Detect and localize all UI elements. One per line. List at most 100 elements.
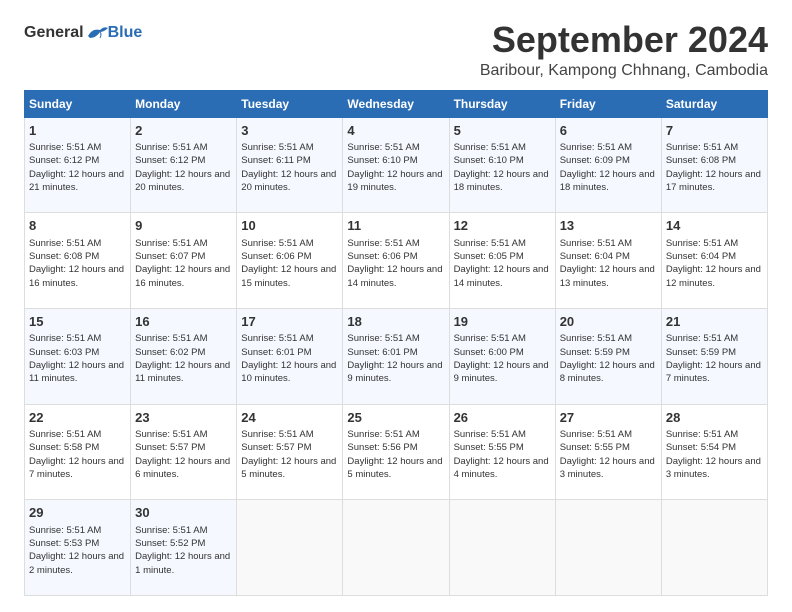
- day-number: 15: [29, 313, 126, 331]
- table-row: 29Sunrise: 5:51 AM Sunset: 5:53 PM Dayli…: [25, 500, 131, 596]
- table-row: 16Sunrise: 5:51 AM Sunset: 6:02 PM Dayli…: [131, 308, 237, 404]
- table-row: 12 Sunrise: 5:51 AM Sunset: 6:05 PM Dayli…: [449, 213, 555, 309]
- day-number: 3: [241, 122, 338, 140]
- table-row: 26Sunrise: 5:51 AM Sunset: 5:55 PM Dayli…: [449, 404, 555, 500]
- day-info: Sunrise: 5:51 AM Sunset: 6:08 PM Dayligh…: [29, 237, 126, 290]
- day-number: 16: [135, 313, 232, 331]
- day-number: 10: [241, 217, 338, 235]
- header: General Blue September 2024 Baribour, Ka…: [24, 20, 768, 80]
- logo-general-text: General: [24, 24, 84, 42]
- day-info: Sunrise: 5:51 AM Sunset: 6:10 PM Dayligh…: [454, 141, 551, 194]
- day-number: 27: [560, 409, 657, 427]
- day-info: Sunrise: 5:51 AM Sunset: 5:59 PM Dayligh…: [560, 332, 657, 385]
- day-info: Sunrise: 5:51 AM Sunset: 6:12 PM Dayligh…: [135, 141, 232, 194]
- table-row: 9Sunrise: 5:51 AM Sunset: 6:07 PM Daylig…: [131, 213, 237, 309]
- day-number: 22: [29, 409, 126, 427]
- calendar-week-row: 29Sunrise: 5:51 AM Sunset: 5:53 PM Dayli…: [25, 500, 768, 596]
- table-row: 27Sunrise: 5:51 AM Sunset: 5:55 PM Dayli…: [555, 404, 661, 500]
- day-number: 11: [347, 217, 444, 235]
- table-row: 1Sunrise: 5:51 AM Sunset: 6:12 PM Daylig…: [25, 117, 131, 213]
- day-info: Sunrise: 5:51 AM Sunset: 5:59 PM Dayligh…: [666, 332, 763, 385]
- col-tuesday: Tuesday: [237, 90, 343, 117]
- table-row: 22Sunrise: 5:51 AM Sunset: 5:58 PM Dayli…: [25, 404, 131, 500]
- day-info: Sunrise: 5:51 AM Sunset: 6:04 PM Dayligh…: [666, 237, 763, 290]
- table-row: 11 Sunrise: 5:51 AM Sunset: 6:06 PM Dayli…: [343, 213, 449, 309]
- day-info: Sunrise: 5:51 AM Sunset: 6:01 PM Dayligh…: [241, 332, 338, 385]
- calendar-week-row: 22Sunrise: 5:51 AM Sunset: 5:58 PM Dayli…: [25, 404, 768, 500]
- table-row: 30 Sunrise: 5:51 AM Sunset: 5:52 PM Dayli…: [131, 500, 237, 596]
- day-info: Sunrise: 5:51 AM Sunset: 6:02 PM Dayligh…: [135, 332, 232, 385]
- day-number: 26: [454, 409, 551, 427]
- day-info: Sunrise: 5:51 AM Sunset: 6:07 PM Dayligh…: [135, 237, 232, 290]
- table-row: 18Sunrise: 5:51 AM Sunset: 6:01 PM Dayli…: [343, 308, 449, 404]
- table-row: 6Sunrise: 5:51 AM Sunset: 6:09 PM Daylig…: [555, 117, 661, 213]
- calendar-header-row: Sunday Monday Tuesday Wednesday Thursday…: [25, 90, 768, 117]
- table-row: 10 Sunrise: 5:51 AM Sunset: 6:06 PM Dayli…: [237, 213, 343, 309]
- table-row: 8 Sunrise: 5:51 AM Sunset: 6:08 PM Daylig…: [25, 213, 131, 309]
- table-row: 24Sunrise: 5:51 AM Sunset: 5:57 PM Dayli…: [237, 404, 343, 500]
- day-info: Sunrise: 5:51 AM Sunset: 6:05 PM Dayligh…: [454, 237, 551, 290]
- day-number: 29: [29, 504, 126, 522]
- day-number: 13: [560, 217, 657, 235]
- table-row: 23Sunrise: 5:51 AM Sunset: 5:57 PM Dayli…: [131, 404, 237, 500]
- day-info: Sunrise: 5:51 AM Sunset: 5:55 PM Dayligh…: [560, 428, 657, 481]
- col-sunday: Sunday: [25, 90, 131, 117]
- day-number: 19: [454, 313, 551, 331]
- day-number: 24: [241, 409, 338, 427]
- table-row: 21Sunrise: 5:51 AM Sunset: 5:59 PM Dayli…: [661, 308, 767, 404]
- day-info: Sunrise: 5:51 AM Sunset: 6:12 PM Dayligh…: [29, 141, 126, 194]
- table-row: 15Sunrise: 5:51 AM Sunset: 6:03 PM Dayli…: [25, 308, 131, 404]
- col-thursday: Thursday: [449, 90, 555, 117]
- day-info: Sunrise: 5:51 AM Sunset: 5:58 PM Dayligh…: [29, 428, 126, 481]
- calendar-table: Sunday Monday Tuesday Wednesday Thursday…: [24, 90, 768, 596]
- table-row: 5Sunrise: 5:51 AM Sunset: 6:10 PM Daylig…: [449, 117, 555, 213]
- table-row: 17Sunrise: 5:51 AM Sunset: 6:01 PM Dayli…: [237, 308, 343, 404]
- day-number: 2: [135, 122, 232, 140]
- day-number: 8: [29, 217, 126, 235]
- table-row: [555, 500, 661, 596]
- table-row: 4Sunrise: 5:51 AM Sunset: 6:10 PM Daylig…: [343, 117, 449, 213]
- calendar-week-row: 8 Sunrise: 5:51 AM Sunset: 6:08 PM Daylig…: [25, 213, 768, 309]
- calendar-week-row: 15Sunrise: 5:51 AM Sunset: 6:03 PM Dayli…: [25, 308, 768, 404]
- day-info: Sunrise: 5:51 AM Sunset: 6:01 PM Dayligh…: [347, 332, 444, 385]
- day-info: Sunrise: 5:51 AM Sunset: 6:04 PM Dayligh…: [560, 237, 657, 290]
- table-row: 19Sunrise: 5:51 AM Sunset: 6:00 PM Dayli…: [449, 308, 555, 404]
- col-wednesday: Wednesday: [343, 90, 449, 117]
- table-row: [237, 500, 343, 596]
- day-info: Sunrise: 5:51 AM Sunset: 5:54 PM Dayligh…: [666, 428, 763, 481]
- day-number: 30: [135, 504, 232, 522]
- day-info: Sunrise: 5:51 AM Sunset: 5:57 PM Dayligh…: [241, 428, 338, 481]
- day-info: Sunrise: 5:51 AM Sunset: 6:11 PM Dayligh…: [241, 141, 338, 194]
- col-friday: Friday: [555, 90, 661, 117]
- day-number: 12: [454, 217, 551, 235]
- day-info: Sunrise: 5:51 AM Sunset: 6:06 PM Dayligh…: [347, 237, 444, 290]
- col-saturday: Saturday: [661, 90, 767, 117]
- day-number: 7: [666, 122, 763, 140]
- table-row: 20Sunrise: 5:51 AM Sunset: 5:59 PM Dayli…: [555, 308, 661, 404]
- col-monday: Monday: [131, 90, 237, 117]
- day-number: 1: [29, 122, 126, 140]
- logo: General Blue: [24, 24, 142, 42]
- day-info: Sunrise: 5:51 AM Sunset: 5:52 PM Dayligh…: [135, 524, 232, 577]
- table-row: [449, 500, 555, 596]
- day-number: 6: [560, 122, 657, 140]
- day-info: Sunrise: 5:51 AM Sunset: 6:09 PM Dayligh…: [560, 141, 657, 194]
- day-number: 18: [347, 313, 444, 331]
- subtitle: Baribour, Kampong Chhnang, Cambodia: [162, 62, 768, 80]
- day-info: Sunrise: 5:51 AM Sunset: 6:00 PM Dayligh…: [454, 332, 551, 385]
- table-row: [661, 500, 767, 596]
- calendar-week-row: 1Sunrise: 5:51 AM Sunset: 6:12 PM Daylig…: [25, 117, 768, 213]
- day-number: 17: [241, 313, 338, 331]
- day-info: Sunrise: 5:51 AM Sunset: 6:06 PM Dayligh…: [241, 237, 338, 290]
- table-row: [343, 500, 449, 596]
- day-number: 23: [135, 409, 232, 427]
- day-number: 4: [347, 122, 444, 140]
- day-number: 21: [666, 313, 763, 331]
- day-info: Sunrise: 5:51 AM Sunset: 6:08 PM Dayligh…: [666, 141, 763, 194]
- day-number: 14: [666, 217, 763, 235]
- table-row: 13 Sunrise: 5:51 AM Sunset: 6:04 PM Dayli…: [555, 213, 661, 309]
- page: General Blue September 2024 Baribour, Ka…: [0, 0, 792, 612]
- day-number: 20: [560, 313, 657, 331]
- day-info: Sunrise: 5:51 AM Sunset: 6:10 PM Dayligh…: [347, 141, 444, 194]
- table-row: 2Sunrise: 5:51 AM Sunset: 6:12 PM Daylig…: [131, 117, 237, 213]
